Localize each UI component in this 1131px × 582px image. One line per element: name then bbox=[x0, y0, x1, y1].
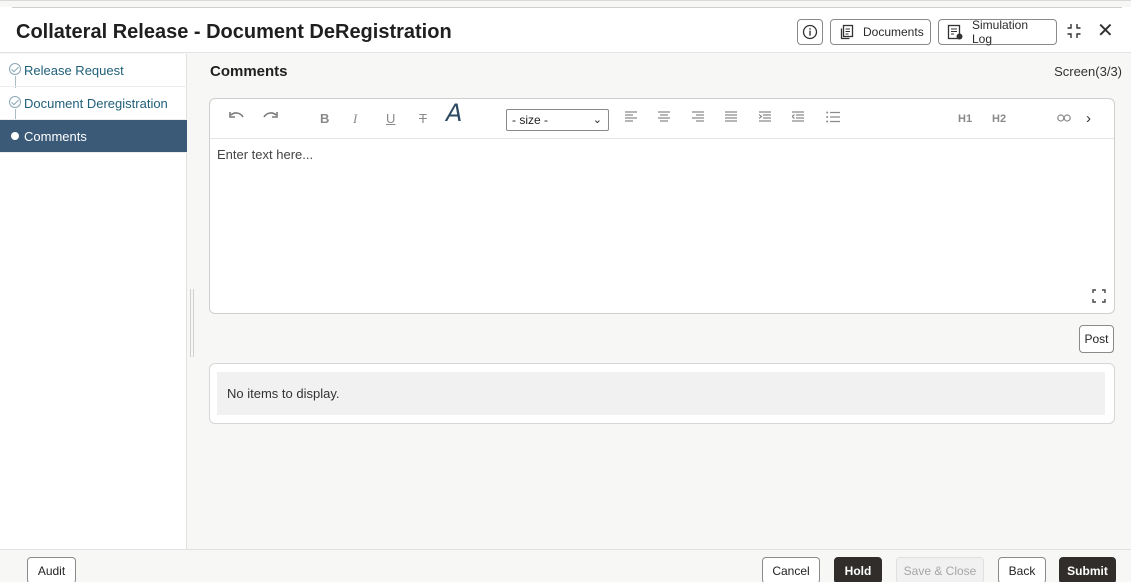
heading2-icon[interactable]: H2 bbox=[992, 110, 1006, 128]
undo-icon[interactable] bbox=[229, 110, 245, 129]
submit-button-label: Submit bbox=[1067, 563, 1108, 578]
editor-placeholder[interactable]: Enter text here... bbox=[217, 147, 313, 162]
save-close-button-label: Save & Close bbox=[903, 563, 977, 578]
audit-button[interactable]: Audit bbox=[27, 557, 76, 582]
page: Collateral Release - Document DeRegistra… bbox=[0, 0, 1131, 582]
minimize-icon[interactable] bbox=[1067, 23, 1081, 39]
italic-icon[interactable]: I bbox=[353, 110, 357, 128]
comments-list: No items to display. bbox=[209, 363, 1115, 424]
info-button[interactable] bbox=[797, 19, 823, 45]
redo-icon[interactable] bbox=[262, 110, 278, 129]
post-button-label: Post bbox=[1084, 332, 1109, 346]
bold-icon[interactable]: B bbox=[320, 110, 329, 128]
check-circle-icon bbox=[9, 96, 21, 108]
align-justify-icon[interactable] bbox=[725, 110, 737, 128]
hold-button-label: Hold bbox=[844, 563, 872, 578]
font-icon[interactable]: A bbox=[446, 101, 462, 125]
check-circle-icon bbox=[9, 63, 21, 75]
resize-handle[interactable] bbox=[190, 289, 194, 357]
post-button[interactable]: Post bbox=[1079, 325, 1114, 353]
sidebar-item-document-deregistration[interactable]: Document Deregistration bbox=[0, 87, 187, 120]
page-title: Collateral Release - Document DeRegistra… bbox=[16, 21, 452, 43]
sidebar-item-label: Document Deregistration bbox=[24, 95, 168, 111]
sidebar-item-release-request[interactable]: Release Request bbox=[0, 54, 187, 87]
info-icon bbox=[802, 24, 818, 40]
sidebar-item-label: Comments bbox=[24, 128, 87, 144]
cancel-button-label: Cancel bbox=[772, 563, 810, 578]
footer: Audit Cancel Hold Save & Close Back Subm… bbox=[0, 549, 1131, 582]
simulation-log-button[interactable]: Simulation Log bbox=[938, 18, 1057, 46]
simulation-log-icon bbox=[947, 24, 964, 41]
strikethrough-icon[interactable]: T bbox=[419, 110, 427, 128]
simulation-log-label: Simulation Log bbox=[972, 18, 1029, 46]
link-icon[interactable] bbox=[1057, 110, 1071, 128]
back-button-label: Back bbox=[1008, 563, 1036, 578]
close-icon[interactable]: ✕ bbox=[1097, 21, 1114, 41]
header-divider bbox=[12, 7, 1122, 8]
expand-icon[interactable] bbox=[1092, 289, 1106, 303]
audit-button-label: Audit bbox=[37, 563, 66, 578]
sidebar-item-label: Release Request bbox=[24, 62, 124, 78]
indent-icon[interactable] bbox=[758, 110, 771, 128]
submit-button[interactable]: Submit bbox=[1059, 557, 1116, 582]
save-close-button[interactable]: Save & Close bbox=[896, 557, 984, 582]
hold-button[interactable]: Hold bbox=[834, 557, 882, 582]
align-center-icon[interactable] bbox=[658, 110, 670, 128]
rich-text-editor[interactable]: B I U T A - size - ⌄ H1 H2 › Enter text … bbox=[209, 98, 1115, 314]
header: Collateral Release - Document DeRegistra… bbox=[0, 7, 1131, 53]
bullet-list-icon[interactable] bbox=[826, 110, 840, 128]
screen-indicator: Screen(3/3) bbox=[1054, 64, 1122, 79]
cancel-button[interactable]: Cancel bbox=[762, 557, 820, 582]
sidebar-item-comments[interactable]: Comments bbox=[0, 120, 187, 153]
font-size-select[interactable]: - size - ⌄ bbox=[506, 109, 609, 131]
active-dot-icon bbox=[11, 132, 19, 140]
editor-toolbar: B I U T A - size - ⌄ H1 H2 › bbox=[210, 99, 1114, 139]
heading1-icon[interactable]: H1 bbox=[958, 110, 972, 128]
documents-label: Documents bbox=[863, 25, 924, 39]
back-button[interactable]: Back bbox=[998, 557, 1046, 582]
sidebar: Release Request Document Deregistration … bbox=[0, 54, 187, 549]
empty-state-message: No items to display. bbox=[217, 372, 1105, 415]
documents-icon bbox=[839, 24, 855, 40]
align-left-icon[interactable] bbox=[625, 110, 637, 128]
font-size-value: - size - bbox=[512, 113, 548, 127]
align-right-icon[interactable] bbox=[692, 110, 704, 128]
more-icon[interactable]: › bbox=[1086, 110, 1091, 128]
documents-button[interactable]: Documents bbox=[830, 19, 931, 45]
chevron-down-icon: ⌄ bbox=[592, 114, 602, 126]
outdent-icon[interactable] bbox=[791, 110, 804, 128]
underline-icon[interactable]: U bbox=[386, 110, 395, 128]
section-title: Comments bbox=[210, 63, 288, 80]
